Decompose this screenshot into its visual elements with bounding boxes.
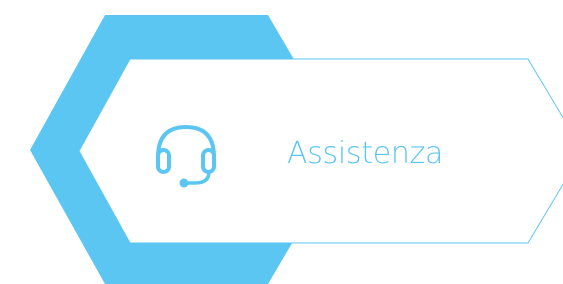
support-label: Assistenza xyxy=(287,136,444,171)
support-link[interactable]: Assistenza xyxy=(0,0,563,284)
headset-icon xyxy=(156,125,216,188)
support-section: Assistenza xyxy=(0,0,563,284)
